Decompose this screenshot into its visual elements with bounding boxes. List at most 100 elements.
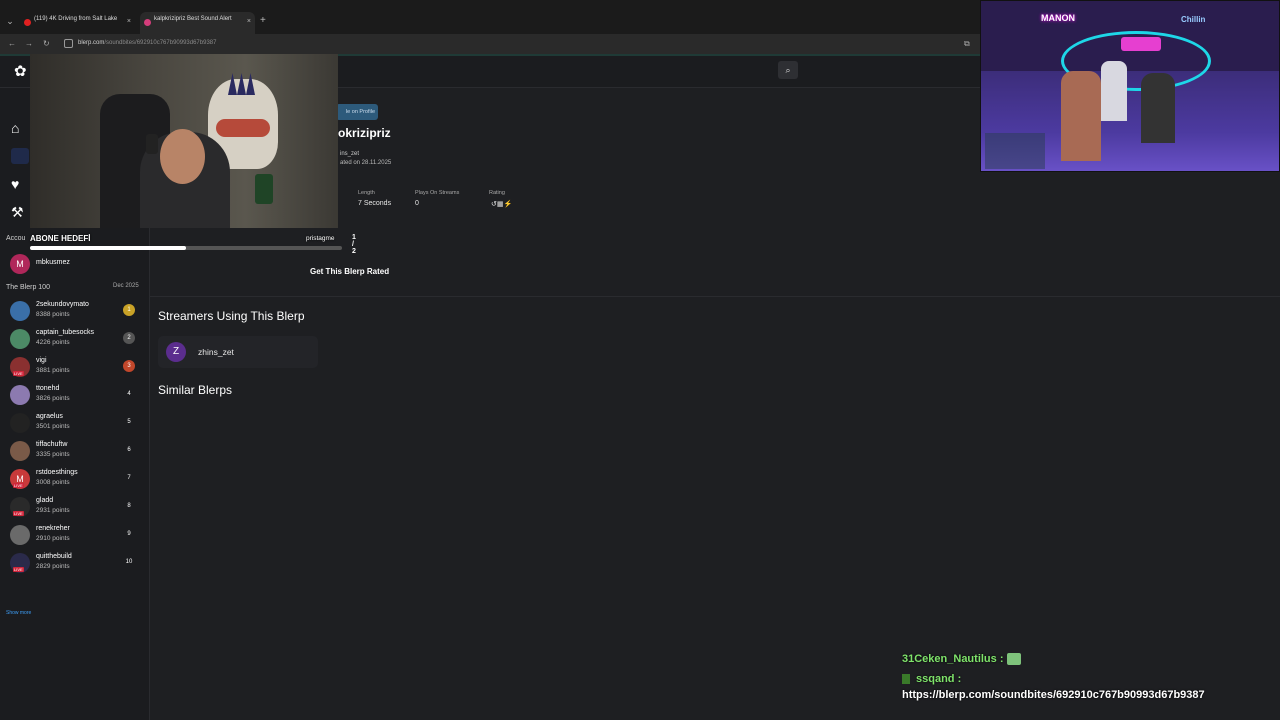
new-tab-button[interactable]: + — [260, 15, 266, 26]
browser-tab-blerp[interactable]: kalpkrizipriz Best Sound Alert × — [140, 12, 255, 34]
youtube-icon — [24, 19, 31, 26]
rank-badge: 6 — [127, 447, 131, 453]
sub-goal-count: 1 / 2 — [352, 234, 356, 255]
leaderboard-row[interactable]: LIVE vigi 3881 points 3 — [0, 355, 150, 381]
reload-icon[interactable]: ↻ — [43, 39, 50, 48]
leaderboard-points: 2829 points — [36, 563, 70, 570]
live-badge: LIVE — [13, 511, 24, 516]
leaderboard-row[interactable]: 2sekundovymato 8388 points 1 — [0, 299, 150, 325]
leaderboard-row[interactable]: LIVE quitthebuild 2829 points 10 — [0, 551, 150, 577]
rank-badge: 7 — [127, 475, 131, 481]
game-character — [1061, 71, 1101, 161]
live-badge: LIVE — [13, 483, 24, 488]
game-character — [1141, 73, 1175, 143]
leaderboard-username: renekreher — [36, 525, 70, 532]
plays-label: Plays On Streams — [415, 190, 460, 196]
discover-icon[interactable] — [11, 148, 29, 164]
rank-badge: 9 — [127, 531, 131, 537]
rank-badge: 1 — [123, 304, 135, 316]
rating-label: Rating — [489, 190, 505, 196]
leaderboard-username: captain_tubesocks — [36, 329, 94, 336]
site-info-icon[interactable] — [64, 39, 73, 48]
leaderboard-row[interactable]: renekreher 2910 points 9 — [0, 523, 150, 549]
avatar — [10, 329, 30, 349]
leaderboard-username: agraelus — [36, 413, 63, 420]
url-field[interactable]: blerp.com/soundbites/692910c767b90993d67… — [78, 40, 216, 46]
browser-tab-youtube[interactable]: (119) 4K Driving from Salt Lake × — [20, 12, 135, 34]
account-label: Accou — [6, 235, 26, 242]
webcam-overlay — [30, 54, 338, 228]
avatar — [10, 525, 30, 545]
sub-goal-bar: ABONE HEDEFİ pristagme 1 / 2 — [30, 232, 356, 255]
avatar — [10, 441, 30, 461]
leaderboard-row[interactable]: captain_tubesocks 4226 points 2 — [0, 327, 150, 353]
created-date: ated on 28.11.2025 — [340, 160, 392, 166]
game-sign-right: Chillin — [1181, 15, 1206, 24]
back-arrow-icon[interactable]: ← — [8, 39, 16, 48]
neon-panel — [1121, 37, 1161, 51]
plays-value: 0 — [415, 200, 419, 207]
cast-icon[interactable]: ⧉ — [964, 39, 970, 49]
avatar — [10, 413, 30, 433]
leaderboard-row[interactable]: tiffachuftw 3335 points 6 — [0, 439, 150, 465]
rank-badge: 10 — [125, 559, 133, 565]
chat-message: ssqand : — [902, 673, 961, 685]
leaderboard-points: 2910 points — [36, 535, 70, 542]
blerp-favicon-icon — [144, 19, 151, 26]
game-character — [1101, 61, 1127, 121]
uploader-name[interactable]: ins_zet — [340, 151, 359, 157]
show-more-link[interactable]: Show more — [6, 610, 31, 616]
live-badge: LIVE — [13, 567, 24, 572]
address-bar: ← → ↻ blerp.com/soundbites/692910c767b90… — [0, 34, 980, 54]
leaderboard-points: 2931 points — [36, 507, 70, 514]
avatar — [10, 301, 30, 321]
leaderboard-points: 3826 points — [36, 395, 70, 402]
streamer-card[interactable]: Z zhins_zet — [158, 336, 318, 368]
forward-arrow-icon[interactable]: → — [25, 39, 33, 48]
tab-close-icon[interactable]: × — [127, 18, 131, 25]
leaderboard-username: quitthebuild — [36, 553, 72, 560]
leaderboard-username: ttonehd — [36, 385, 60, 392]
leaderboard-points: 8388 points — [36, 311, 70, 318]
leaderboard-points: 4226 points — [36, 339, 70, 346]
url-host: blerp.com — [78, 40, 105, 46]
tab-title: (119) 4K Driving from Salt Lake — [34, 16, 118, 22]
live-badge: LIVE — [13, 371, 24, 376]
length-value: 7 Seconds — [358, 200, 392, 207]
chat-badge-icon — [902, 674, 910, 685]
leaderboard-row[interactable]: M LIVE rstdoesthings 3008 points 7 — [0, 467, 150, 493]
chat-username: ssqand : — [916, 673, 962, 685]
leaderboard-period[interactable]: Dec 2025 — [113, 283, 139, 289]
rank-badge: 4 — [127, 391, 131, 397]
hammer-icon[interactable]: ⚒ — [11, 204, 24, 221]
use-on-profile-button[interactable]: le on Profile — [336, 104, 378, 120]
streamer-name: zhins_zet — [198, 347, 234, 357]
leaderboard-username: 2sekundovymato — [36, 301, 89, 308]
blerp-logo-icon[interactable]: ✿ — [14, 62, 27, 80]
home-icon[interactable]: ⌂ — [11, 120, 19, 136]
chat-message: 31Ceken_Nautilus : — [902, 653, 1022, 666]
sub-goal-track — [30, 246, 342, 250]
tab-title: kalpkrizipriz Best Sound Alert — [154, 16, 232, 22]
leaderboard-row[interactable]: ttonehd 3826 points 4 — [0, 383, 150, 409]
rank-badge: 3 — [123, 360, 135, 372]
account-user[interactable]: M mbkusmez — [0, 252, 150, 278]
chat-message: https://blerp.com/soundbites/692910c767b… — [902, 689, 1205, 701]
chat-text: https://blerp.com/soundbites/692910c767b… — [902, 689, 1205, 701]
get-rated-button[interactable]: Get This Blerp Rated — [310, 267, 389, 276]
leaderboard-row[interactable]: agraelus 3501 points 5 — [0, 411, 150, 437]
leaderboard-title: The Blerp 100 — [6, 284, 50, 291]
heart-icon[interactable]: ♥ — [11, 176, 19, 192]
streamer-head — [160, 129, 205, 184]
streamers-heading: Streamers Using This Blerp — [158, 309, 305, 323]
leaderboard-row[interactable]: LIVE gladd 2931 points 8 — [0, 495, 150, 521]
avatar: Z — [166, 342, 186, 362]
leaderboard-username: tiffachuftw — [36, 441, 68, 448]
similar-heading: Similar Blerps — [158, 383, 233, 397]
leaderboard-username: gladd — [36, 497, 54, 504]
tab-list-chevron-icon[interactable]: ⌄ — [4, 14, 16, 28]
sub-goal-name: pristagme — [306, 235, 335, 242]
tab-close-icon[interactable]: × — [247, 18, 251, 25]
search-icon[interactable]: ⌕ — [778, 61, 798, 79]
divider — [150, 296, 1280, 297]
